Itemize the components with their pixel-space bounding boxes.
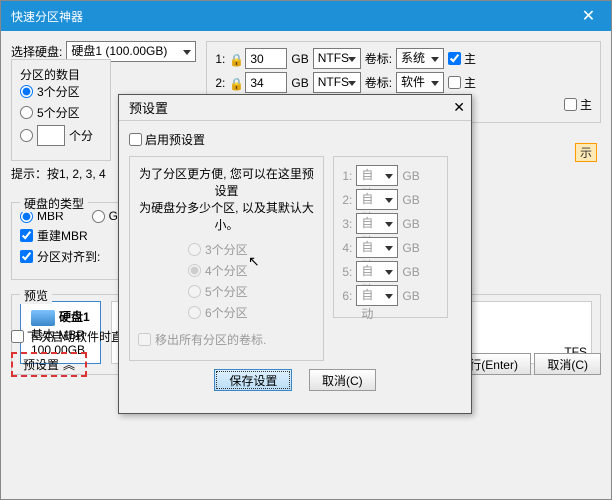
part1-size-input[interactable]	[245, 48, 287, 69]
part1-vol-select[interactable]: 系统	[396, 48, 444, 69]
preset-button[interactable]: 预设置 ︽	[11, 352, 87, 377]
part2-size-input[interactable]	[245, 72, 287, 93]
main-window: 快速分区神器 ✕ 选择硬盘: 硬盘1 (100.00GB) 1: 🔒 GB NT…	[0, 0, 612, 500]
part3-primary-check[interactable]	[564, 98, 577, 111]
count-5-radio[interactable]	[20, 106, 33, 119]
enable-preset-check[interactable]	[129, 133, 142, 146]
hint-text: 提示：按1, 2, 3, 4	[11, 167, 106, 181]
lock-icon: 🔒	[229, 77, 241, 89]
moveout-check[interactable]	[138, 333, 151, 346]
preset-5-radio[interactable]	[188, 285, 201, 298]
chevron-up-icon: ︽	[63, 356, 75, 373]
preset-size-6[interactable]: 自动	[356, 285, 398, 306]
part1-unit: GB	[291, 52, 308, 66]
cancel-preset-button[interactable]: 取消(C)	[309, 369, 376, 391]
preset-size-2[interactable]: 自动	[356, 189, 398, 210]
part1-index: 1:	[215, 52, 225, 66]
disk-icon	[31, 310, 55, 326]
autostart-check[interactable]	[11, 330, 24, 343]
preset-size-5[interactable]: 自动	[356, 261, 398, 282]
disk-select-label: 选择硬盘:	[11, 43, 62, 60]
count-3-radio[interactable]	[20, 85, 33, 98]
part2-vol-select[interactable]: 软件	[396, 72, 444, 93]
preset-3-radio[interactable]	[188, 243, 201, 256]
lock-icon: 🔒	[229, 53, 241, 65]
part2-vollabel: 卷标:	[365, 74, 392, 91]
preset-4-radio[interactable]	[188, 264, 201, 277]
part2-unit: GB	[291, 76, 308, 90]
part1-vollabel: 卷标:	[365, 50, 392, 67]
window-title: 快速分区神器	[11, 8, 83, 25]
dialog-close-button[interactable]: ✕	[453, 99, 465, 116]
rebuild-mbr-check[interactable]	[20, 229, 33, 242]
part2-primary-check[interactable]	[448, 76, 461, 89]
preset-size-1[interactable]: 自动	[356, 165, 398, 186]
preset-size-3[interactable]: 自动	[356, 213, 398, 234]
preset-6-radio[interactable]	[188, 306, 201, 319]
titlebar: 快速分区神器 ✕	[1, 1, 611, 31]
count-custom-radio[interactable]	[20, 129, 33, 142]
preset-desc1: 为了分区更方便, 您可以在这里预设置	[138, 165, 315, 199]
align-check[interactable]	[20, 250, 33, 263]
count-custom-input[interactable]	[37, 125, 65, 146]
part2-fs-select[interactable]: NTFS	[313, 72, 361, 93]
part2-index: 2:	[215, 76, 225, 90]
gpt-radio[interactable]	[92, 210, 105, 223]
preset-desc2: 为硬盘分多少个区, 以及其默认大小。	[138, 199, 315, 233]
cancel-button[interactable]: 取消(C)	[534, 353, 601, 375]
part1-fs-select[interactable]: NTFS	[313, 48, 361, 69]
marker-text: 示	[575, 143, 597, 162]
part1-primary-check[interactable]	[448, 52, 461, 65]
save-preset-button[interactable]: 保存设置	[214, 369, 292, 391]
window-close-button[interactable]: ✕	[566, 1, 611, 31]
preview-title: 预览	[20, 287, 52, 304]
preset-size-4[interactable]: 自动	[356, 237, 398, 258]
count-title: 分区的数目	[20, 68, 80, 82]
disktype-title: 硬盘的类型	[20, 195, 88, 212]
preset-dialog: 预设置 ✕ 启用预设置 为了分区更方便, 您可以在这里预设置 为硬盘分多少个区,…	[118, 94, 472, 414]
dialog-title: 预设置	[129, 98, 168, 117]
